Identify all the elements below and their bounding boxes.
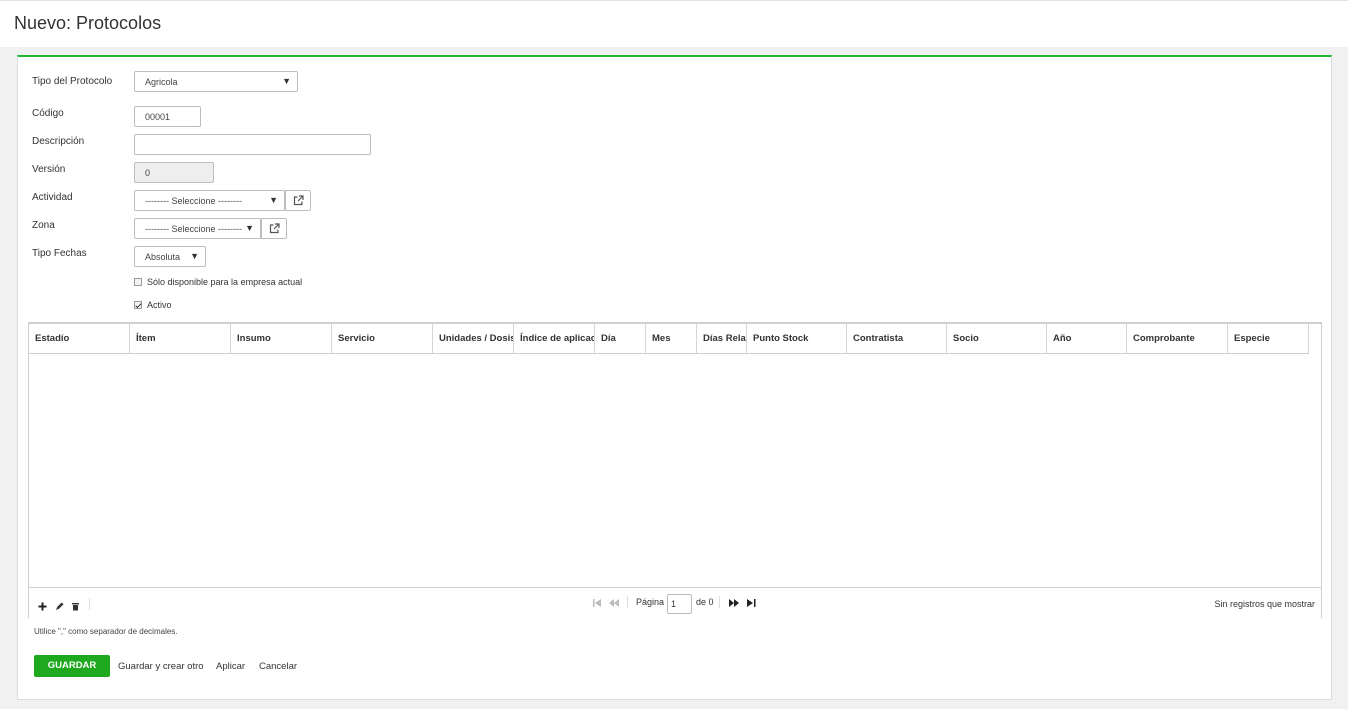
grid-body [29,355,1321,587]
zona-label: Zona [32,220,55,231]
save-button[interactable]: GUARDAR [34,655,110,677]
tipo-fechas-value: Absoluta [145,252,181,262]
first-page-icon[interactable] [593,599,602,609]
activo-row: Activo [134,300,172,310]
external-link-icon [269,223,280,234]
column-header[interactable]: Día [595,324,646,353]
tipo-protocolo-label: Tipo del Protocolo [32,76,113,87]
solo-disponible-row: Sólo disponible para la empresa actual [134,277,302,287]
no-records-text: Sin registros que mostrar [1214,599,1315,609]
edit-icon[interactable] [55,598,64,616]
codigo-value: 00001 [145,112,171,122]
column-header[interactable]: Índice de aplicaci [514,324,595,353]
column-header[interactable]: Año [1047,324,1127,353]
detail-grid: Estadío Ítem Insumo Servicio Unidades / Dosi… [28,322,1322,618]
column-header[interactable]: Insumo [231,324,332,353]
prev-page-icon[interactable] [609,599,619,609]
last-page-icon[interactable] [747,599,756,609]
zona-select[interactable]: -------- Seleccione -------- ▼ [134,218,287,239]
column-header[interactable]: Mes [646,324,697,353]
column-header[interactable]: Punto Stock [747,324,847,353]
footer-divider [89,598,90,610]
tipo-fechas-select[interactable]: Absoluta ▼ [134,246,206,267]
grid-footer: Página 1 de 0 Sin registros que mostrar [29,587,1321,618]
activo-label: Activo [147,300,172,310]
actividad-label: Actividad [32,192,73,203]
caret-down-icon: ▼ [269,195,278,205]
form-panel: Tipo del Protocolo Agricola ▼ Código 000… [17,55,1332,700]
add-icon[interactable] [38,598,47,616]
column-header[interactable]: Unidades / Dosis [433,324,514,353]
page-count-label: de 0 [696,597,714,607]
version-label: Versión [32,164,66,175]
column-header[interactable]: Contratista [847,324,947,353]
caret-down-icon: ▼ [190,251,199,261]
pager-divider [627,596,628,608]
solo-disponible-checkbox[interactable] [134,278,142,286]
column-header[interactable]: Estadío [29,324,130,353]
codigo-input[interactable]: 00001 [134,106,201,127]
actividad-value: -------- Seleccione -------- [145,196,242,206]
save-and-new-link[interactable]: Guardar y crear otro [118,661,204,672]
codigo-label: Código [32,108,64,119]
column-header[interactable]: Comprobante [1127,324,1228,353]
top-bar: Nuevo: Protocolos [0,0,1348,47]
version-value: 0 [145,168,151,178]
column-header[interactable]: Socio [947,324,1047,353]
column-header[interactable]: Servicio [332,324,433,353]
version-input: 0 [134,162,214,183]
zona-value: -------- Seleccione -------- [145,224,242,234]
cancel-link[interactable]: Cancelar [259,661,297,672]
next-page-icon[interactable] [729,599,739,609]
pager-divider [719,596,720,608]
page-label: Página [636,597,665,607]
tipo-fechas-label: Tipo Fechas [32,248,87,259]
solo-disponible-label: Sólo disponible para la empresa actual [147,277,303,287]
activo-checkbox[interactable] [134,301,142,309]
page-title: Nuevo: Protocolos [14,13,162,33]
decimal-hint: Utilice "," como separador de decimales. [34,627,178,636]
external-link-icon [293,195,304,206]
actividad-open-button[interactable] [285,190,311,211]
page-number-input[interactable]: 1 [667,594,692,614]
tipo-protocolo-select[interactable]: Agricola ▼ [134,71,298,92]
caret-down-icon: ▼ [245,223,254,233]
apply-link[interactable]: Aplicar [216,661,245,672]
column-header[interactable]: Días Relat [697,324,747,353]
zona-open-button[interactable] [261,218,287,239]
column-header[interactable]: Especie [1228,324,1309,353]
column-header[interactable]: Ítem [130,324,231,353]
tipo-protocolo-value: Agricola [145,77,178,87]
descripcion-input[interactable] [134,134,371,155]
delete-icon[interactable] [71,598,80,616]
caret-down-icon: ▼ [282,76,291,86]
descripcion-label: Descripción [32,136,85,147]
actividad-select[interactable]: -------- Seleccione -------- ▼ [134,190,311,211]
grid-header: Estadío Ítem Insumo Servicio Unidades / Dosi… [29,324,1309,354]
